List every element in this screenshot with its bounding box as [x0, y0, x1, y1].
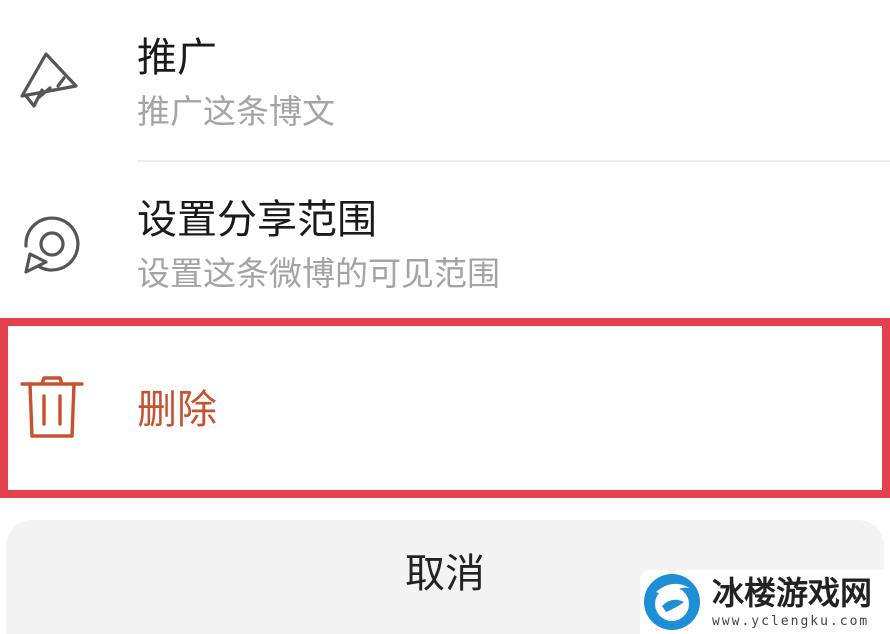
megaphone-icon	[16, 46, 84, 114]
share-scope-subtitle: 设置这条微博的可见范围	[137, 254, 500, 293]
share-scope-icon	[16, 210, 84, 278]
menu-item-delete[interactable]: 删除	[0, 318, 890, 498]
action-sheet: 推广 推广这条博文 设置分享范围 设置这条微博的可见范围 删除 取消 冰楼游戏网…	[0, 0, 890, 634]
menu-item-share-scope[interactable]: 设置分享范围 设置这条微博的可见范围	[0, 162, 890, 320]
share-scope-title: 设置分享范围	[137, 197, 377, 243]
menu-item-promote[interactable]: 推广 推广这条博文	[0, 0, 890, 162]
promote-subtitle: 推广这条博文	[137, 92, 335, 131]
site-logo-icon	[642, 572, 702, 632]
watermark-name: 冰楼游戏网	[712, 574, 873, 612]
watermark-url: www.yclengku.com	[712, 614, 870, 629]
promote-title: 推广	[137, 35, 217, 81]
delete-label: 删除	[137, 387, 217, 433]
watermark: 冰楼游戏网 www.yclengku.com	[640, 570, 890, 634]
trash-icon	[18, 374, 86, 442]
